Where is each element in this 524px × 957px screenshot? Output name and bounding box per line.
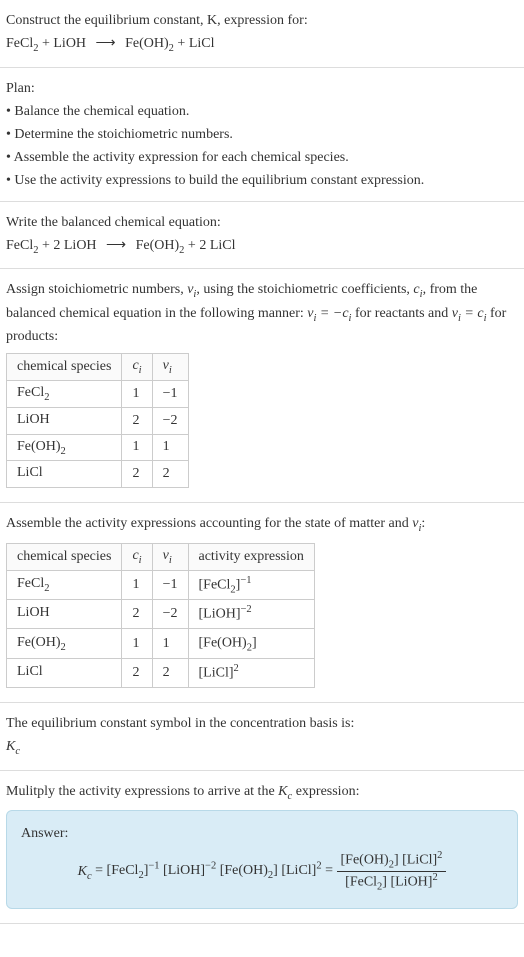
th-nui: νi bbox=[152, 354, 188, 381]
multiply-text: Mulitply the activity expressions to arr… bbox=[6, 781, 518, 805]
stoich-table: chemical species ci νi FeCl2 1 −1 LiOH 2… bbox=[6, 353, 189, 488]
unbalanced-equation: FeCl2 + LiOH ⟶ Fe(OH)2 + LiCl bbox=[6, 33, 518, 57]
table-header-row: chemical species ci νi activity expressi… bbox=[7, 543, 315, 570]
cell-nu: 2 bbox=[152, 461, 188, 488]
cell-species: LiCl bbox=[7, 461, 122, 488]
table-row: LiCl 2 2 bbox=[7, 461, 189, 488]
kc-symbol: Kc bbox=[6, 736, 518, 760]
prompt-section: Construct the equilibrium constant, K, e… bbox=[0, 0, 524, 68]
th-ci: ci bbox=[122, 354, 152, 381]
table-row: LiOH 2 −2 bbox=[7, 407, 189, 434]
cell-species: LiOH bbox=[7, 599, 122, 628]
table-row: LiCl 2 2 [LiCl]2 bbox=[7, 658, 315, 687]
kc-symbol-section: The equilibrium constant symbol in the c… bbox=[0, 703, 524, 771]
p1a: Assign stoichiometric numbers, bbox=[6, 282, 187, 297]
table-row: FeCl2 1 −1 [FeCl2]−1 bbox=[7, 570, 315, 599]
c-i: ci bbox=[413, 282, 422, 297]
th-nui: νi bbox=[152, 543, 188, 570]
plan-bullet-3: • Assemble the activity expression for e… bbox=[6, 147, 518, 168]
cell-nu: 1 bbox=[152, 629, 188, 658]
stoich-section: Assign stoichiometric numbers, νi, using… bbox=[0, 269, 524, 503]
cell-species: Fe(OH)2 bbox=[7, 629, 122, 658]
answer-label: Answer: bbox=[21, 823, 503, 844]
nu-i: νi bbox=[187, 282, 196, 297]
prompt-text: Construct the equilibrium constant, K, e… bbox=[6, 13, 308, 28]
balanced-heading: Write the balanced chemical equation: bbox=[6, 212, 518, 233]
cell-nu: −1 bbox=[152, 380, 188, 407]
plan-bullet-2: • Determine the stoichiometric numbers. bbox=[6, 124, 518, 145]
cell-species: FeCl2 bbox=[7, 570, 122, 599]
activity-heading: Assemble the activity expressions accoun… bbox=[6, 513, 518, 537]
cell-nu: 1 bbox=[152, 434, 188, 461]
kc-text: The equilibrium constant symbol in the c… bbox=[6, 713, 518, 734]
cell-species: FeCl2 bbox=[7, 380, 122, 407]
fraction: [Fe(OH)2] [LiCl]2[FeCl2] [LiOH]2 bbox=[337, 850, 447, 892]
nu-eq-react: νi = −ci bbox=[307, 306, 351, 321]
cell-nu: −2 bbox=[152, 599, 188, 628]
table-row: LiOH 2 −2 [LiOH]−2 bbox=[7, 599, 315, 628]
plan-bullet-4: • Use the activity expressions to build … bbox=[6, 170, 518, 191]
cell-species: Fe(OH)2 bbox=[7, 434, 122, 461]
cell-c: 2 bbox=[122, 599, 152, 628]
activity-section: Assemble the activity expressions accoun… bbox=[0, 503, 524, 703]
cell-species: LiCl bbox=[7, 658, 122, 687]
table-row: FeCl2 1 −1 bbox=[7, 380, 189, 407]
fraction-numerator: [Fe(OH)2] [LiCl]2 bbox=[337, 850, 447, 871]
cell-c: 1 bbox=[122, 570, 152, 599]
cell-c: 2 bbox=[122, 461, 152, 488]
arrow-icon: ⟶ bbox=[96, 36, 116, 51]
cell-c: 2 bbox=[122, 658, 152, 687]
prompt-line1: Construct the equilibrium constant, K, e… bbox=[6, 10, 518, 31]
table-row: Fe(OH)2 1 1 bbox=[7, 434, 189, 461]
bal-rhs1: Fe(OH) bbox=[136, 238, 180, 253]
p1d: for reactants and bbox=[351, 306, 451, 321]
cell-c: 1 bbox=[122, 380, 152, 407]
balanced-equation: FeCl2 + 2 LiOH ⟶ Fe(OH)2 + 2 LiCl bbox=[6, 235, 518, 259]
eq-lhs1: FeCl bbox=[6, 36, 33, 51]
eq-rhs1: Fe(OH) bbox=[125, 36, 169, 51]
plan-section: Plan: • Balance the chemical equation. •… bbox=[0, 68, 524, 202]
bal-rhs2: + 2 LiCl bbox=[184, 238, 235, 253]
eq-lhs2: + LiOH bbox=[38, 36, 86, 51]
cell-species: LiOH bbox=[7, 407, 122, 434]
cell-nu: −2 bbox=[152, 407, 188, 434]
answer-box: Answer: Kc = [FeCl2]−1 [LiOH]−2 [Fe(OH)2… bbox=[6, 810, 518, 909]
table-header-row: chemical species ci νi bbox=[7, 354, 189, 381]
th-species: chemical species bbox=[7, 543, 122, 570]
balanced-section: Write the balanced chemical equation: Fe… bbox=[0, 202, 524, 270]
activity-table: chemical species ci νi activity expressi… bbox=[6, 543, 315, 689]
th-species: chemical species bbox=[7, 354, 122, 381]
table-row: Fe(OH)2 1 1 [Fe(OH)2] bbox=[7, 629, 315, 658]
th-activity: activity expression bbox=[188, 543, 314, 570]
multiply-section: Mulitply the activity expressions to arr… bbox=[0, 771, 524, 924]
cell-activity: [LiOH]−2 bbox=[188, 599, 314, 628]
cell-activity: [LiCl]2 bbox=[188, 658, 314, 687]
bal-lhs1: FeCl bbox=[6, 238, 33, 253]
cell-nu: −1 bbox=[152, 570, 188, 599]
stoich-paragraph: Assign stoichiometric numbers, νi, using… bbox=[6, 279, 518, 347]
cell-activity: [FeCl2]−1 bbox=[188, 570, 314, 599]
plan-heading: Plan: bbox=[6, 78, 518, 99]
cell-c: 1 bbox=[122, 629, 152, 658]
eq-rhs2: + LiCl bbox=[174, 36, 215, 51]
fraction-denominator: [FeCl2] [LiOH]2 bbox=[337, 872, 447, 892]
th-ci: ci bbox=[122, 543, 152, 570]
answer-equation: Kc = [FeCl2]−1 [LiOH]−2 [Fe(OH)2] [LiCl]… bbox=[21, 850, 503, 892]
nu-eq-prod: νi = ci bbox=[452, 306, 487, 321]
cell-nu: 2 bbox=[152, 658, 188, 687]
cell-c: 1 bbox=[122, 434, 152, 461]
cell-c: 2 bbox=[122, 407, 152, 434]
arrow-icon: ⟶ bbox=[106, 238, 126, 253]
plan-bullet-1: • Balance the chemical equation. bbox=[6, 101, 518, 122]
p1b: , using the stoichiometric coefficients, bbox=[196, 282, 413, 297]
bal-lhs2: + 2 LiOH bbox=[38, 238, 96, 253]
cell-activity: [Fe(OH)2] bbox=[188, 629, 314, 658]
